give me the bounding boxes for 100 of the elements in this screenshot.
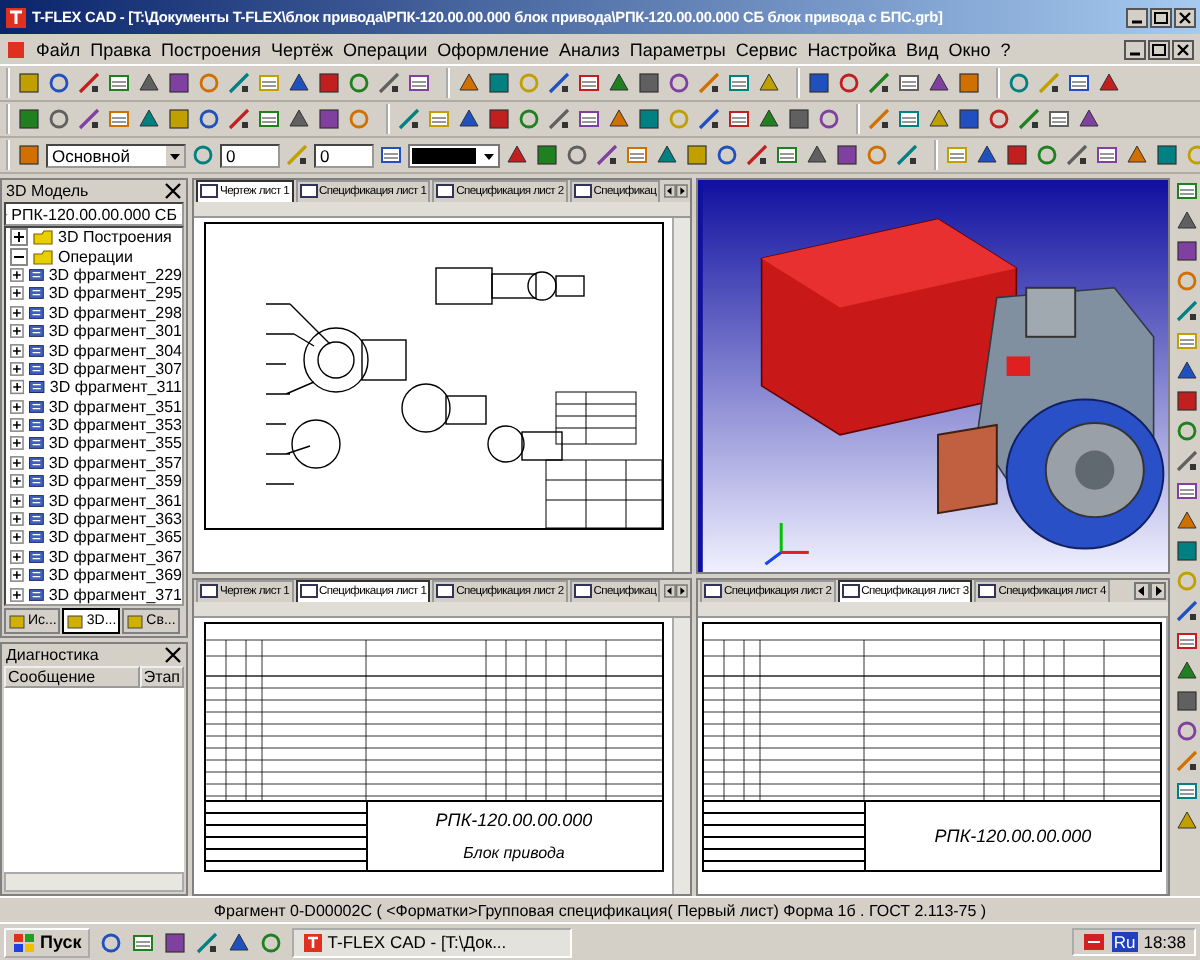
axes-icon (764, 521, 811, 566)
tree-item[interactable]: 3D фрагмент_369 (48, 566, 182, 585)
clock: 18:38 (1143, 932, 1186, 952)
tree-item[interactable]: 3D фрагмент_353 (48, 416, 182, 435)
menu-item[interactable]: Вид (906, 39, 939, 59)
expand-icon[interactable] (10, 397, 24, 416)
tree-item[interactable]: 3D фрагмент_311 (49, 378, 182, 397)
tree-item[interactable]: 3D фрагмент_301 (48, 322, 182, 341)
menu-item[interactable]: Правка (90, 39, 152, 59)
menu-item[interactable]: Анализ (558, 39, 620, 59)
tree-item[interactable]: 3D фрагмент_304 (48, 341, 182, 360)
expand-icon[interactable] (10, 434, 24, 453)
expand-icon[interactable] (10, 341, 24, 360)
level-field[interactable]: 0 (314, 143, 374, 167)
tree-item[interactable]: 3D фрагмент_359 (48, 472, 182, 491)
tab-scroll-icon[interactable] (664, 582, 688, 600)
sheet-icon (299, 584, 318, 598)
windows-logo-icon (12, 931, 36, 953)
tree-item[interactable]: 3D фрагмент_361 (48, 491, 182, 510)
tree-item[interactable]: 3D фрагмент_295 (48, 284, 182, 303)
tree-item[interactable]: 3D Построения (58, 228, 172, 247)
tree-item[interactable]: 3D фрагмент_307 (48, 359, 182, 378)
tree-item[interactable]: 3D фрагмент_363 (48, 510, 182, 529)
tree-item[interactable]: 3D фрагмент_229 (48, 265, 182, 284)
close-icon[interactable] (164, 645, 182, 664)
fragment-icon (28, 378, 46, 397)
close-icon[interactable] (1172, 39, 1194, 59)
vertical-scrollbar[interactable] (1166, 618, 1168, 894)
horizontal-scrollbar[interactable] (4, 872, 184, 892)
tree-item[interactable]: 3D фрагмент_367 (48, 547, 182, 566)
expand-icon[interactable] (10, 303, 24, 322)
expand-icon[interactable] (10, 378, 25, 397)
app-icon (4, 5, 28, 29)
panel-title: Диагностика (6, 645, 99, 664)
vertical-scrollbar[interactable] (672, 218, 690, 572)
panel-title: 3D Модель (6, 182, 89, 200)
start-button[interactable]: Пуск (4, 927, 90, 957)
taskbar-button[interactable]: T-FLEX CAD - [T:\Док... (291, 927, 572, 957)
tree-item[interactable]: 3D фрагмент_351 (48, 397, 182, 416)
tree-item[interactable]: 3D фрагмент_365 (48, 528, 182, 547)
expand-icon[interactable] (10, 265, 24, 284)
expand-icon[interactable] (10, 416, 24, 435)
tree-item[interactable]: 3D фрагмент_371 (48, 585, 182, 604)
fragment-icon (27, 453, 45, 472)
color-dropdown[interactable] (408, 143, 500, 167)
expand-icon[interactable] (10, 528, 24, 547)
tab-icon (8, 611, 26, 630)
menu-item[interactable]: Сервис (735, 39, 798, 59)
menu-item[interactable]: Операции (343, 39, 428, 59)
fragment-icon (27, 416, 45, 435)
menu-item[interactable]: Файл (36, 39, 81, 59)
fragment-icon (27, 322, 45, 341)
column-header[interactable]: Этап (139, 665, 184, 688)
folder-icon (32, 247, 54, 266)
fragment-icon (27, 434, 45, 453)
expand-icon[interactable] (10, 510, 24, 529)
menu-item[interactable]: Окно (948, 39, 991, 59)
tab-icon (66, 611, 85, 630)
expand-icon[interactable] (10, 585, 24, 604)
fragment-icon (27, 359, 45, 378)
sheet-icon (436, 584, 455, 598)
maximize-icon[interactable] (1150, 7, 1172, 27)
expand-icon[interactable] (10, 322, 24, 341)
close-icon[interactable] (164, 182, 182, 200)
fragment-icon (27, 303, 45, 322)
tab-scroll-icon[interactable] (1134, 582, 1166, 600)
tab-scroll-icon[interactable] (664, 182, 688, 200)
sheet-icon (200, 184, 218, 198)
tree-item[interactable]: 3D фрагмент_298 (48, 303, 182, 322)
expand-icon[interactable] (10, 547, 24, 566)
fragment-icon (27, 547, 45, 566)
tree-item[interactable]: 3D фрагмент_355 (48, 434, 182, 453)
width-field[interactable]: 0 (220, 143, 280, 167)
expand-icon[interactable] (10, 284, 24, 303)
menu-item[interactable]: ? (1000, 39, 1011, 59)
menu-item[interactable]: Оформление (437, 39, 549, 59)
maximize-icon[interactable] (1148, 39, 1170, 59)
menu-item[interactable]: Построения (161, 39, 262, 59)
expand-icon[interactable] (10, 359, 24, 378)
menu-item[interactable]: Настройка (807, 39, 896, 59)
expand-icon[interactable] (10, 491, 24, 510)
fragment-icon (27, 491, 45, 510)
menu-item[interactable]: Чертёж (271, 39, 333, 59)
tree-item[interactable]: Операции (58, 247, 133, 266)
drawing-designation: РПК-120.00.00.000 (934, 826, 1092, 846)
fragment-icon (27, 397, 45, 416)
close-icon[interactable] (1174, 7, 1196, 27)
expand-icon[interactable] (10, 453, 24, 472)
layer-dropdown[interactable]: Основной (46, 143, 186, 167)
minimize-icon[interactable] (1124, 39, 1146, 59)
expand-icon[interactable] (10, 566, 24, 585)
expand-icon[interactable] (10, 472, 24, 491)
column-header[interactable]: Сообщение (4, 665, 140, 688)
language-indicator[interactable]: Ru (1111, 932, 1138, 952)
tree-item[interactable]: 3D фрагмент_357 (48, 453, 182, 472)
minimize-icon[interactable] (1126, 7, 1148, 27)
expand-icon[interactable] (10, 228, 28, 247)
tab-icon (126, 611, 145, 630)
vertical-scrollbar[interactable] (672, 618, 690, 894)
menu-item[interactable]: Параметры (629, 39, 726, 59)
